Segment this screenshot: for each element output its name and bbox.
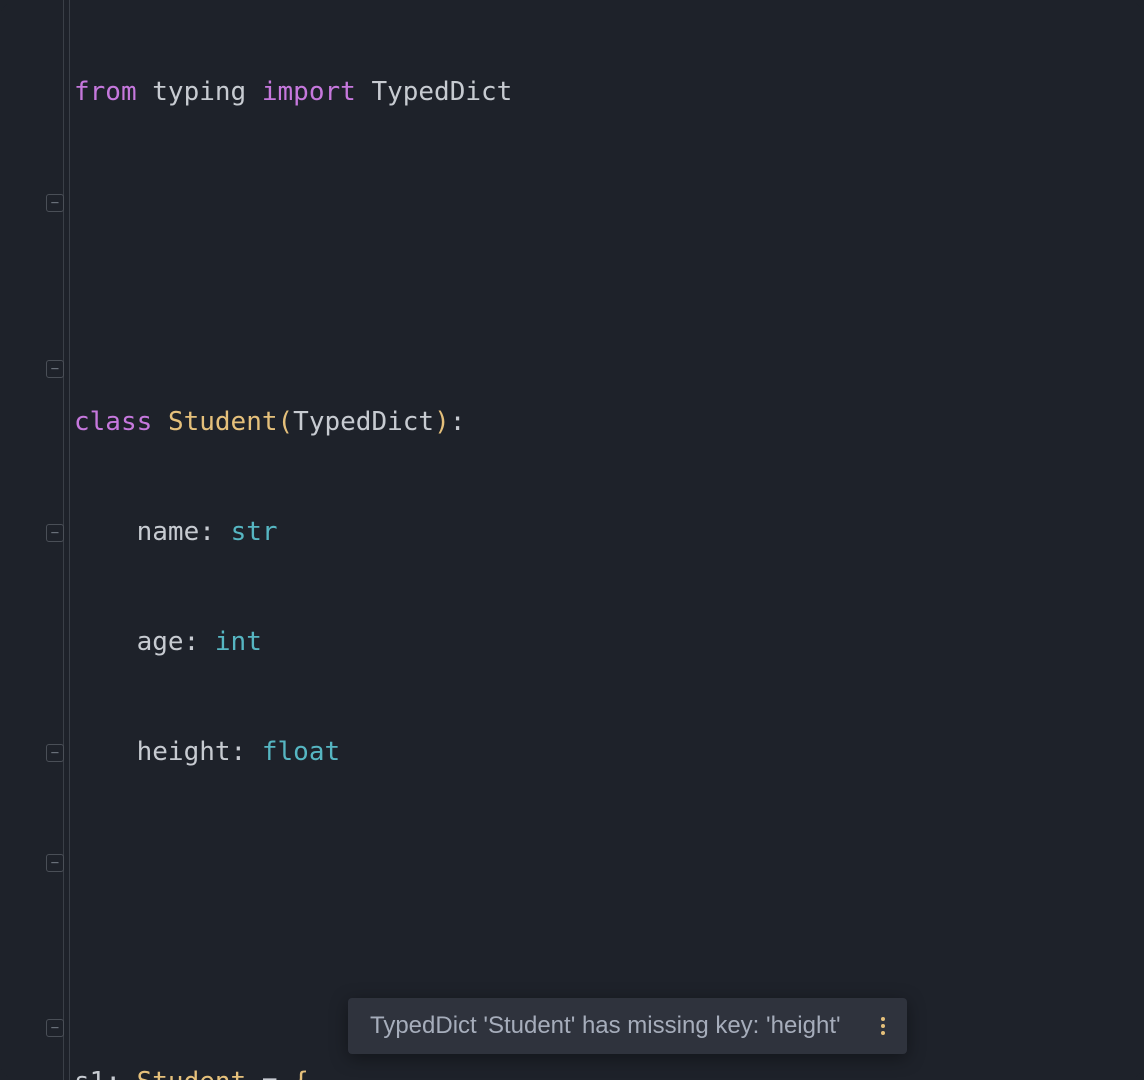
- code-line: [74, 285, 1144, 340]
- editor-gutter: − − − − − −: [0, 0, 70, 1080]
- fold-toggle[interactable]: −: [46, 744, 64, 762]
- code-line: [74, 945, 1144, 1000]
- code-line: height: float: [74, 725, 1144, 780]
- more-actions-icon[interactable]: [881, 1017, 885, 1035]
- diagnostic-tooltip[interactable]: TypedDict 'Student' has missing key: 'he…: [348, 998, 907, 1054]
- code-line: [74, 835, 1144, 890]
- fold-toggle[interactable]: −: [46, 194, 64, 212]
- code-area[interactable]: from typing import TypedDict class Stude…: [74, 0, 1144, 1080]
- code-line: [74, 175, 1144, 230]
- code-line: age: int: [74, 615, 1144, 670]
- fold-toggle[interactable]: −: [46, 1019, 64, 1037]
- fold-toggle[interactable]: −: [46, 854, 64, 872]
- code-line: s1: Student = {: [74, 1055, 1144, 1080]
- code-line: class Student(TypedDict):: [74, 395, 1144, 450]
- fold-toggle[interactable]: −: [46, 524, 64, 542]
- code-line: name: str: [74, 505, 1144, 560]
- fold-toggle[interactable]: −: [46, 360, 64, 378]
- code-line: from typing import TypedDict: [74, 65, 1144, 120]
- diagnostic-message: TypedDict 'Student' has missing key: 'he…: [370, 1012, 841, 1040]
- code-editor: − − − − − − from typing import TypedDict…: [0, 0, 1144, 1080]
